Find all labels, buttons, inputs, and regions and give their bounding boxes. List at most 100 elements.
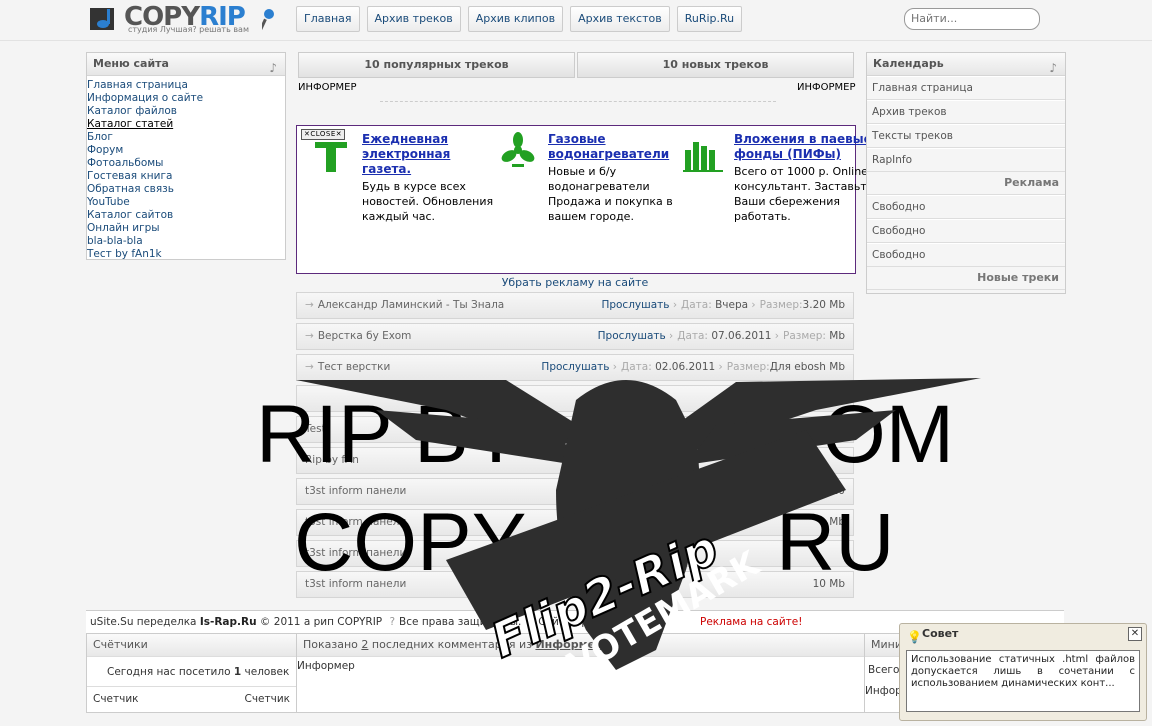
listen-link[interactable]: Прослушать [541,361,609,373]
track-row[interactable]: → Тест верстки Прослушать › Дата: 02.06.20… [296,354,854,381]
nav-home[interactable]: Главная [296,6,360,32]
track-title[interactable]: Test [305,423,326,435]
sidebar-item-lyrics[interactable]: Тексты треков [867,124,1065,148]
informer-right: ИНФОРМЕР [797,82,856,93]
pagination: 1 2 [538,580,572,596]
ad-item: Вложения в паевые фонды (ПИФы) Всего от … [734,132,874,224]
menu-item: Блог [87,131,285,144]
calendar-title: Календарь [873,57,944,70]
sidebar-item-tracks[interactable]: Архив треков [867,100,1065,124]
tab-popular-tracks[interactable]: 10 популярных треков [298,52,575,78]
sidebar-item-rapinfo[interactable]: RapInfo [867,148,1065,172]
menu-link-files[interactable]: Каталог файлов [87,105,177,117]
track-row[interactable]: t3st inform панели Mb [296,509,854,536]
ad-slot[interactable]: Свободно [867,219,1065,243]
track-date: 02.06.2011 [655,361,716,373]
track-list: → Александр Ламинский - Ты Знала Прослуша… [296,292,854,602]
menu-item: Онлайн игры [87,222,285,235]
new-tracks-heading: Новые треки [867,267,1065,290]
menu-item: Форум [87,144,285,157]
track-title[interactable]: t3st inform панели [305,485,406,497]
menu-item: Тест by fAn1k [87,248,285,261]
track-row[interactable]: Rip by fAn [296,447,854,474]
site-menu-title: Меню сайта [93,57,169,70]
listen-link[interactable]: Прослушать [598,330,666,342]
music-note-icon: ♪ [1049,61,1057,75]
site-menu: Меню сайта ♪ Главная страница Информация… [86,52,286,260]
menu-link-guestbook[interactable]: Гостевая книга [87,170,172,182]
track-title[interactable]: t3st inform панели [305,547,406,559]
track-title[interactable]: Тест верстки [318,361,390,373]
track-title[interactable]: Rip by fAn [305,454,359,466]
track-row[interactable]: 23.0 [296,385,854,412]
menu-item: Каталог файлов [87,105,285,118]
top-bar: COPYRIP студия Лучшая? решать вам Главна… [0,0,1152,41]
comments-source-link[interactable]: Информер [535,638,602,651]
page-1[interactable]: 1 [538,580,554,596]
menu-link-bla[interactable]: bla-bla-bla [87,235,143,247]
track-row[interactable]: t3st inform панели 2010 [296,478,854,505]
menu-link-blog[interactable]: Блог [87,131,113,143]
ad-slot[interactable]: Свободно [867,195,1065,219]
comments-count[interactable]: 2 [361,638,368,651]
sidebar-item-home[interactable]: Главная страница [867,76,1065,100]
nav-texts-archive[interactable]: Архив текстов [570,6,670,32]
comments-heading: Показано 2 последних комментария из Инфо… [297,634,865,657]
listen-link[interactable]: Прослушать [601,299,669,311]
counters-title: Счётчики [87,634,296,657]
remove-ad-link[interactable]: Убрать рекламу на сайте [296,276,854,289]
menu-item: Фотоальбомы [87,157,285,170]
menu-link-sites[interactable]: Каталог сайтов [87,209,173,221]
track-row[interactable]: t3st inform панели 10 Mb [296,571,854,598]
ad-text: Будь в курсе всех новостей. Обновления к… [362,180,494,223]
track-date: 07.06.2011 [711,330,772,342]
menu-item: Обратная связь [87,183,285,196]
menu-link-about[interactable]: Информация о сайте [87,92,203,104]
ad-slot[interactable]: Свободно [867,243,1065,267]
tip-popup: 💡 Совет ✕ Использование статичных .html … [899,623,1147,721]
track-tabs: 10 популярных треков 10 новых треков [298,52,854,78]
ad-close-button[interactable]: ✕CLOSE✕ [301,129,346,140]
track-row[interactable]: → Верстка бу Exom Прослушать › Дата: 07.06… [296,323,854,350]
track-title[interactable]: t3st inform панели [305,516,406,528]
close-icon[interactable]: ✕ [1128,627,1142,641]
nav-tracks-archive[interactable]: Архив треков [366,6,461,32]
track-row[interactable]: → Александр Ламинский - Ты Знала Прослуша… [296,292,854,319]
search-input[interactable] [911,12,1031,25]
ad-text: Новые и б/у водонагреватели Продажа и по… [548,165,673,223]
page-2[interactable]: 2 [556,580,572,596]
ad-title-funds[interactable]: Вложения в паевые фонды (ПИФы) [734,132,872,161]
footer-site-mgmt: Сайт управляе [538,616,621,628]
nav-rurip[interactable]: RuRip.Ru [676,6,743,32]
bar-chart-icon [683,142,723,172]
nav-clips-archive[interactable]: Архив клипов [467,6,564,32]
menu-link-forum[interactable]: Форум [87,144,123,156]
menu-item: Каталог сайтов [87,209,285,222]
menu-link-test[interactable]: Тест by fAn1k [87,248,162,260]
menu-link-photos[interactable]: Фотоальбомы [87,157,163,169]
menu-link-articles[interactable]: Каталог статей [87,118,173,130]
track-title[interactable]: t3st inform панели [305,578,406,590]
lightbulb-icon: 💡 [907,630,922,644]
track-row[interactable]: t3st inform панели [296,540,854,567]
track-title[interactable]: Александр Ламинский - Ты Знала [318,299,504,311]
menu-item: bla-bla-bla [87,235,285,248]
menu-link-home[interactable]: Главная страница [87,79,188,91]
visitors-count: 1 [233,666,242,678]
ad-text: Всего от 1000 р. Online-консультант. Зас… [734,165,874,223]
track-size: Для ebosh Mb [769,361,845,373]
footer-brand[interactable]: Is-Rap.Ru [200,616,257,628]
track-row[interactable]: Test [296,416,854,443]
ad-item: Газовые водонагреватели Новые и б/у водо… [548,132,688,224]
menu-link-games[interactable]: Онлайн игры [87,222,160,234]
menu-link-youtube[interactable]: YouTube [87,196,130,208]
ad-title-newspaper[interactable]: Ежедневная электронная газета. [362,132,450,176]
footer-copyright: © 2011 а рип COPYRIP [259,616,383,628]
tab-new-tracks[interactable]: 10 новых треков [577,52,854,78]
menu-item: YouTube [87,196,285,209]
menu-link-feedback[interactable]: Обратная связь [87,183,174,195]
ad-title-heaters[interactable]: Газовые водонагреватели [548,132,669,161]
track-title[interactable]: Верстка бу Exom [318,330,412,342]
music-note-icon [90,8,114,30]
footer-ad-link[interactable]: Реклама на сайте! [700,611,802,633]
